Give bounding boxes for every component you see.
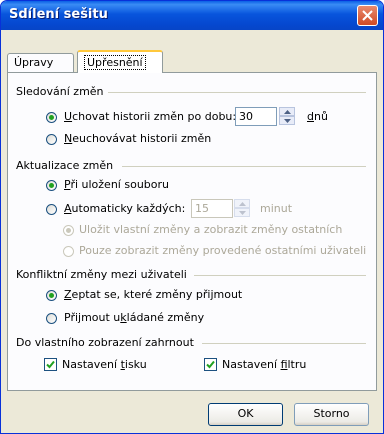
- spin-down-button[interactable]: [234, 208, 250, 217]
- checkmark-icon: [46, 360, 55, 369]
- changes-being-saved-win-label[interactable]: Přijmout ukládané změny: [64, 311, 204, 324]
- cancel-button[interactable]: Storno: [294, 403, 369, 426]
- spin-up-button[interactable]: [234, 199, 250, 208]
- keep-history-label[interactable]: Uchovat historii změn po dobu:: [64, 110, 236, 123]
- advanced-panel: Sledování změn Uchovat historii změn po …: [7, 72, 377, 391]
- print-settings-checkbox[interactable]: [44, 358, 57, 371]
- ok-button[interactable]: OK: [208, 403, 283, 426]
- spin-up-button[interactable]: [279, 107, 295, 116]
- track-changes-heading: Sledování změn: [16, 85, 108, 98]
- close-button[interactable]: [357, 5, 378, 26]
- divider: [108, 92, 366, 93]
- divider: [202, 343, 366, 344]
- checkmark-icon: [206, 360, 215, 369]
- minutes-input[interactable]: 15: [191, 199, 233, 218]
- dont-keep-history-label[interactable]: Neuchovávat historii změn: [64, 132, 211, 145]
- print-settings-label[interactable]: Nastavení tisku: [62, 358, 147, 371]
- days-spinner[interactable]: [279, 107, 295, 126]
- divider: [122, 166, 366, 167]
- on-save-radio[interactable]: [46, 180, 57, 191]
- keep-history-radio[interactable]: [46, 112, 57, 123]
- ask-me-label[interactable]: Zeptat se, které změny přijmout: [64, 288, 242, 301]
- days-input[interactable]: 30: [235, 107, 277, 126]
- share-workbook-dialog: Sdílení sešitu Úpravy Upřesnění Sledován…: [0, 0, 384, 434]
- ask-me-radio[interactable]: [46, 290, 57, 301]
- minutes-unit-label: minut: [260, 202, 293, 215]
- just-see-others-label[interactable]: Pouze zobrazit změny provedené ostatními…: [79, 244, 366, 257]
- tab-advanced-label: Upřesnění: [84, 55, 146, 70]
- filter-settings-label[interactable]: Nastavení filtru: [222, 358, 306, 371]
- close-icon: [362, 10, 373, 21]
- tab-edits[interactable]: Úpravy: [7, 53, 74, 72]
- update-changes-heading: Aktualizace změn: [16, 159, 118, 172]
- auto-update-radio[interactable]: [46, 204, 57, 215]
- filter-settings-checkbox[interactable]: [204, 358, 217, 371]
- minutes-spinner[interactable]: [234, 199, 250, 218]
- just-see-others-radio[interactable]: [63, 246, 74, 257]
- save-mine-see-others-label[interactable]: Uložit vlastní změny a zobrazit změny os…: [79, 223, 342, 236]
- arrow-down-icon: [284, 119, 291, 123]
- days-unit-label: dnů: [307, 110, 328, 123]
- on-save-label[interactable]: Při uložení souboru: [64, 178, 169, 191]
- auto-update-label[interactable]: Automaticky každých:: [64, 202, 185, 215]
- arrow-down-icon: [239, 211, 246, 215]
- tab-advanced[interactable]: Upřesnění: [77, 50, 163, 73]
- save-mine-see-others-radio[interactable]: [63, 225, 74, 236]
- spin-down-button[interactable]: [279, 116, 295, 125]
- include-in-view-heading: Do vlastního zobrazení zahrnout: [16, 336, 198, 349]
- dont-keep-history-radio[interactable]: [46, 134, 57, 145]
- arrow-up-icon: [284, 110, 291, 114]
- tab-edits-label: Úpravy: [14, 56, 54, 69]
- dialog-title: Sdílení sešitu: [9, 7, 108, 22]
- arrow-up-icon: [239, 202, 246, 206]
- conflicting-changes-heading: Konfliktní změny mezi uživateli: [16, 268, 191, 281]
- changes-being-saved-win-radio[interactable]: [46, 313, 57, 324]
- title-bar[interactable]: Sdílení sešitu: [1, 1, 383, 30]
- divider: [194, 275, 366, 276]
